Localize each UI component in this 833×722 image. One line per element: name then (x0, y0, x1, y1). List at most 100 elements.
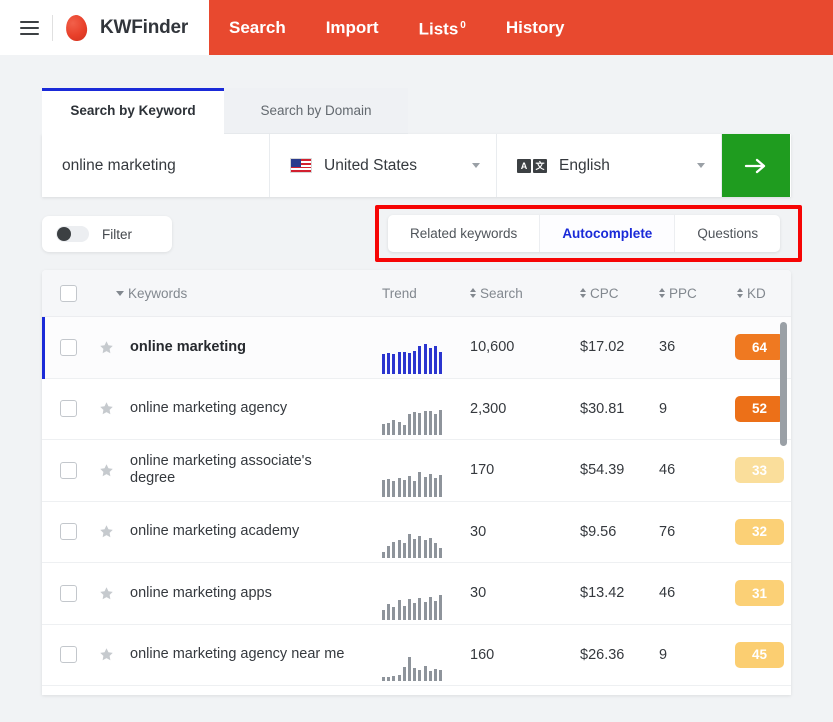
table-body: online marketing 10,600 $17.02 36 64 online m… (42, 317, 791, 695)
keyword-input[interactable]: online marketing (42, 134, 270, 197)
brand-name: KWFinder (100, 16, 189, 38)
ppc-value: 76 (659, 523, 676, 540)
sort-icon (659, 288, 665, 298)
chevron-down-icon (472, 163, 480, 168)
language-select[interactable]: A文 English (497, 134, 722, 197)
ppc-value: 36 (659, 339, 676, 356)
tab-related-keywords[interactable]: Related keywords (388, 215, 539, 252)
star-icon[interactable] (99, 340, 114, 355)
table-row[interactable]: online marketing agency near me 160 $26.36… (42, 624, 791, 686)
tab-search-by-domain[interactable]: Search by Domain (224, 88, 408, 134)
star-icon[interactable] (99, 586, 114, 601)
star-icon (100, 464, 113, 476)
kd-badge: 32 (735, 518, 784, 545)
column-header-ppc[interactable]: PPC (659, 286, 697, 301)
kd-badge: 33 (735, 457, 784, 484)
column-header-ppc-label: PPC (669, 285, 697, 301)
row-select-checkbox[interactable] (60, 646, 77, 664)
column-header-search-label: Search (480, 285, 523, 301)
keyword-source-tabs: Related keywords Autocomplete Questions (388, 215, 781, 252)
cpc-value: $26.36 (580, 646, 625, 663)
table-row[interactable]: online marketing agency 2,300 $30.81 9 52 (42, 378, 791, 440)
row-select-checkbox[interactable] (60, 338, 77, 356)
vertical-scrollbar[interactable] (780, 322, 787, 693)
arrow-right-icon (744, 158, 766, 173)
row-select-checkbox[interactable] (60, 461, 77, 479)
toggle-switch-icon[interactable] (56, 226, 89, 242)
language-select-value: English (559, 156, 610, 174)
sort-desc-icon (116, 290, 124, 296)
header-brand-area: KWFinder (0, 0, 209, 55)
keyword-text: online marketing apps (130, 584, 272, 601)
nav-item-import[interactable]: Import (306, 0, 399, 55)
select-all-checkbox[interactable] (60, 284, 77, 302)
search-volume-value: 30 (470, 585, 487, 602)
sort-icon (470, 288, 476, 298)
ppc-value: 9 (659, 400, 668, 417)
cpc-value: $9.56 (580, 523, 617, 540)
ppc-value: 9 (659, 646, 668, 663)
chevron-down-icon (697, 163, 705, 168)
table-row[interactable]: online marketing 10,600 $17.02 36 64 (42, 317, 791, 379)
trend-sparkline (382, 343, 443, 374)
filter-label: Filter (102, 226, 132, 242)
star-icon (100, 587, 113, 599)
nav-label-lists: Lists (418, 19, 459, 39)
star-icon[interactable] (99, 463, 114, 478)
lists-count-badge: 0 (460, 20, 466, 32)
nav-item-search[interactable]: Search (209, 0, 306, 55)
app-header: KWFinder Search Import Lists 0 History (0, 0, 833, 55)
keyword-text: online marketing agency (130, 400, 288, 417)
page-body: Search by Keyword Search by Domain onlin… (0, 55, 833, 695)
search-volume-value: 160 (470, 646, 495, 663)
row-select-checkbox[interactable] (60, 584, 77, 602)
hamburger-menu-icon[interactable] (20, 20, 39, 35)
cpc-value: $13.42 (580, 585, 625, 602)
row-select-checkbox[interactable] (60, 523, 77, 541)
kd-badge: 64 (735, 334, 784, 361)
country-select-value: United States (324, 156, 418, 174)
trend-sparkline (382, 590, 443, 620)
star-icon (100, 402, 113, 415)
search-bar: online marketing United States A文 Englis… (42, 134, 791, 197)
column-header-trend: Trend (382, 286, 417, 301)
star-icon[interactable] (99, 647, 114, 662)
column-header-search[interactable]: Search (470, 286, 523, 301)
column-header-cpc[interactable]: CPC (580, 286, 619, 301)
column-header-kd[interactable]: KD (737, 286, 766, 301)
nav-item-lists[interactable]: Lists 0 (399, 0, 486, 57)
filter-toggle[interactable]: Filter (42, 216, 172, 252)
star-icon (100, 525, 113, 538)
trend-sparkline (382, 528, 443, 558)
table-row[interactable]: online marketing associate's degree 170 $5… (42, 440, 791, 502)
scrollbar-thumb[interactable] (780, 322, 787, 446)
search-submit-button[interactable] (722, 134, 790, 197)
tab-questions[interactable]: Questions (674, 215, 780, 252)
star-icon[interactable] (99, 401, 114, 416)
tab-questions-label: Questions (697, 226, 759, 241)
table-row[interactable]: online marketing apps 30 $13.42 46 31 (42, 563, 791, 625)
keyword-text: online marketing (130, 338, 247, 355)
us-flag-icon (290, 158, 312, 173)
cpc-value: $30.81 (580, 400, 625, 417)
search-volume-value: 170 (470, 462, 495, 479)
search-volume-value: 30 (470, 523, 487, 540)
column-header-trend-label: Trend (382, 285, 417, 301)
column-header-kd-label: KD (747, 285, 766, 301)
nav-item-history[interactable]: History (486, 0, 585, 55)
country-select[interactable]: United States (270, 134, 497, 197)
table-row[interactable]: online marketing (42, 686, 791, 695)
sort-icon (580, 288, 586, 298)
trend-sparkline (382, 467, 443, 497)
tab-autocomplete[interactable]: Autocomplete (539, 215, 675, 252)
trend-sparkline (382, 405, 443, 435)
star-icon[interactable] (99, 524, 114, 539)
column-header-keywords[interactable]: Keywords (116, 286, 187, 301)
main-navigation: Search Import Lists 0 History (209, 0, 584, 55)
cpc-value: $54.39 (580, 462, 625, 479)
ppc-value: 46 (659, 462, 676, 479)
table-row[interactable]: online marketing academy 30 $9.56 76 32 (42, 501, 791, 563)
header-divider (52, 14, 53, 41)
tab-search-by-keyword[interactable]: Search by Keyword (42, 88, 224, 134)
row-select-checkbox[interactable] (60, 400, 77, 418)
